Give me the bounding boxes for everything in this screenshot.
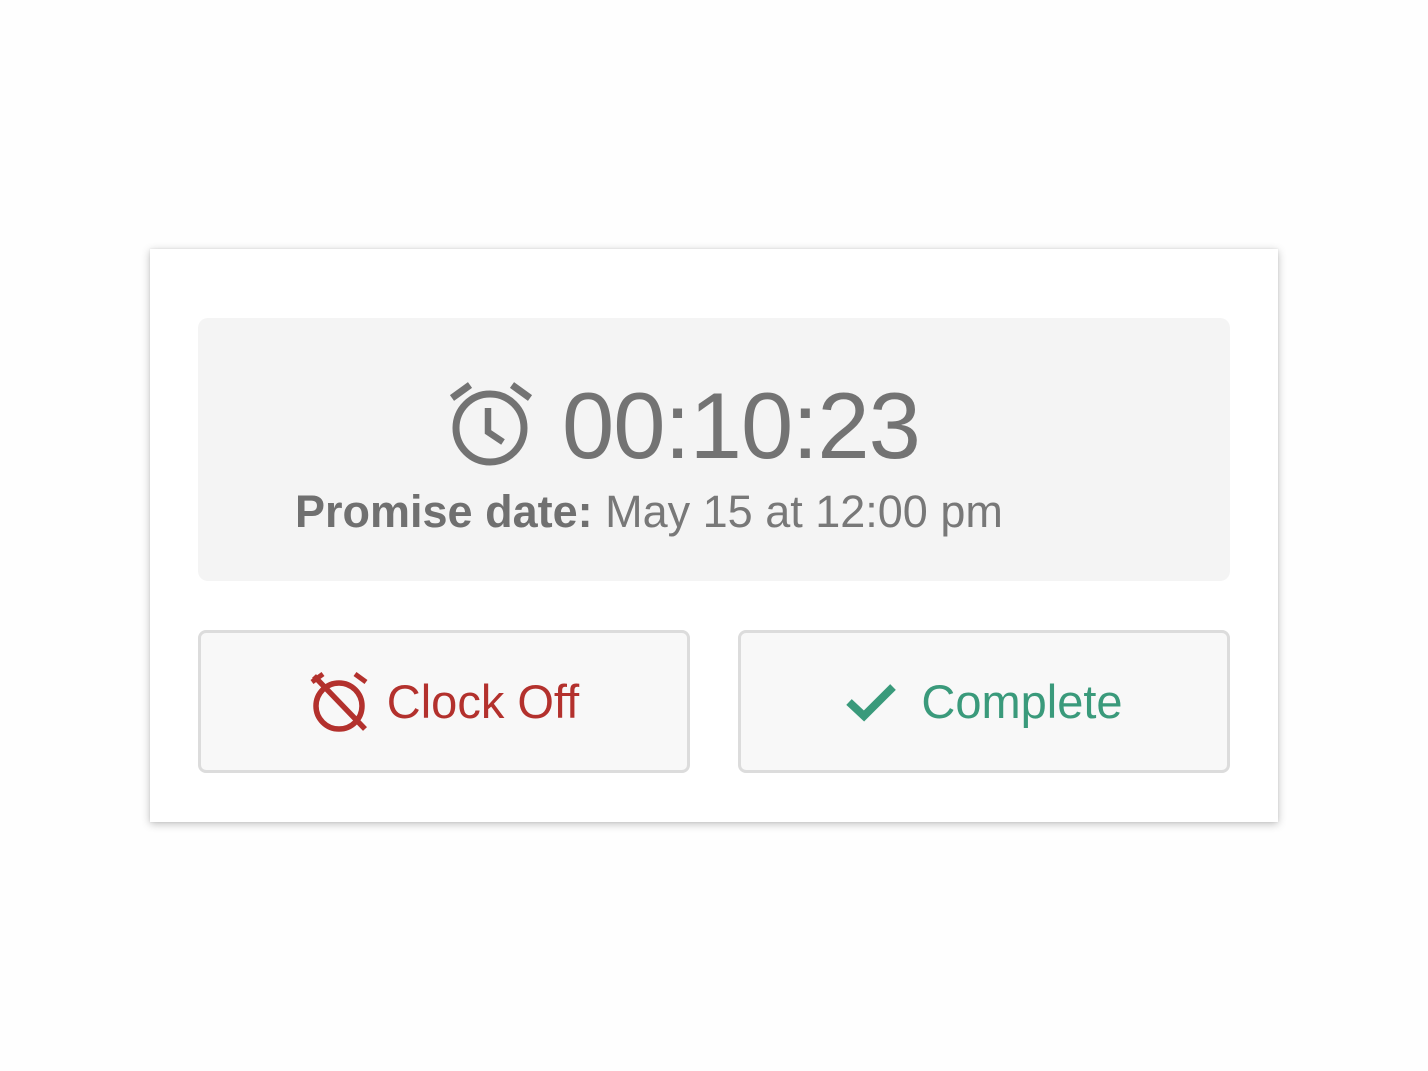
checkmark-icon (846, 683, 897, 722)
clock-off-label: Clock Off (386, 675, 580, 728)
promise-date-label: Promise date: (295, 486, 593, 537)
alarm-off-icon (310, 671, 368, 732)
timer-row: 00:10:23 (448, 368, 921, 483)
complete-label: Complete (921, 675, 1123, 728)
alarm-clock-icon (449, 381, 533, 465)
clock-off-button[interactable]: Clock Off (198, 630, 690, 773)
elapsed-time: 00:10:23 (562, 372, 921, 478)
promise-date-value: May 15 at 12:00 pm (605, 486, 1003, 537)
timer-card: 00:10:23 Promise date: May 15 at 12:00 p… (150, 249, 1278, 822)
complete-button[interactable]: Complete (738, 630, 1230, 773)
promise-date: Promise date: May 15 at 12:00 pm (295, 484, 1003, 540)
timer-panel: 00:10:23 Promise date: May 15 at 12:00 p… (198, 318, 1230, 581)
